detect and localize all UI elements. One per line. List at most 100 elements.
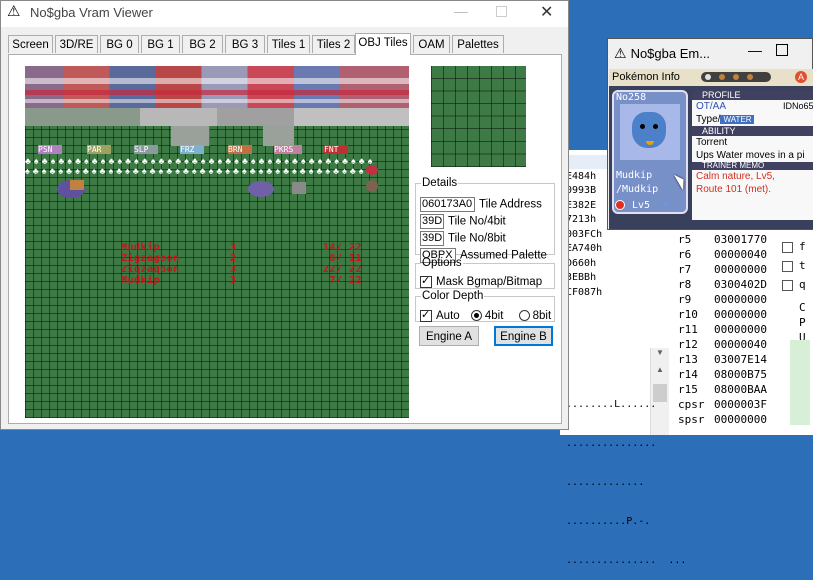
memory-line: ........L...... <box>566 399 657 410</box>
register-row[interactable]: r9 00000000 <box>678 292 767 307</box>
met-line: Route 101 (met). <box>696 184 772 195</box>
tab-palettes[interactable]: Palettes <box>452 35 504 53</box>
sprite-blob <box>366 165 378 175</box>
mask-checkbox-row[interactable]: Mask Bgmap/Bitmap <box>420 274 542 289</box>
party-name: Mudkip <box>121 242 161 253</box>
register-row[interactable]: cpsr 0000003F <box>678 397 767 412</box>
register-scroll-down[interactable]: ▼ <box>650 348 669 366</box>
party-text-hp: 14/ 22 8/ 11 22/ 22 7/ 22 <box>312 242 362 286</box>
tab-bg2[interactable]: BG 2 <box>182 35 223 53</box>
tab-3d-re[interactable]: 3D/RE <box>55 35 98 53</box>
mask-checkbox[interactable] <box>420 274 432 288</box>
ability-name: Torrent <box>696 137 728 148</box>
page-dot-icon <box>705 74 711 80</box>
flag-checkbox[interactable] <box>782 279 793 291</box>
minimize-icon[interactable]: — <box>454 3 468 19</box>
tab-bg1[interactable]: BG 1 <box>141 35 180 53</box>
memory-line: ............... ... <box>566 555 687 566</box>
tile-zoom-preview <box>431 66 526 167</box>
sprite-tiles-stripe <box>25 90 409 95</box>
tile-no4-value: 39D <box>420 214 444 229</box>
cpu-panel <box>790 340 810 425</box>
maximize-icon[interactable] <box>496 6 507 17</box>
status-tag: BRN <box>228 145 252 154</box>
status-tag: FRZ <box>180 145 204 154</box>
tab-tiles2[interactable]: Tiles 2 <box>312 35 355 53</box>
minimize-icon[interactable]: — <box>748 42 762 58</box>
flag-checkbox[interactable] <box>782 241 793 253</box>
emulator-title-bar[interactable]: ⚠ No$gba Em... <box>614 45 710 62</box>
register-row[interactable]: r13 03007E14 <box>678 352 767 367</box>
party-hp: 8/ 11 <box>329 253 362 264</box>
tab-tiles1[interactable]: Tiles 1 <box>267 35 310 53</box>
flag-list: f t q C P U <box>782 240 806 345</box>
close-icon[interactable]: ✕ <box>540 2 553 22</box>
tile-no4-row: 39D Tile No/4bit <box>420 214 506 229</box>
auto-checkbox[interactable] <box>420 308 432 322</box>
auto-checkbox-row[interactable]: Auto <box>420 308 460 322</box>
nocash-logo-icon: ⚠ <box>7 3 21 20</box>
color-depth-row: Auto 4bit 8bit <box>420 308 551 323</box>
card-symbol-row: ♠♣♠♣♠♣♠♣♠♣♠♣♠♣♠♣♠♣♠♣♠♣♠♣♠♣♠♣♠♣♠♣♠♣♠♣♠♣♠♣… <box>25 166 376 176</box>
register-row[interactable]: r7 00000000 <box>678 262 767 277</box>
status-tag-row: PSN PAR SLP FRZ BRN PKRS FNT <box>25 145 409 155</box>
register-row[interactable]: r12 00000040 <box>678 337 767 352</box>
pokedex-number: No258 <box>616 92 647 103</box>
party-text-names: Mudkip Zigzagoon Zigzagoon Mudkip <box>121 242 180 286</box>
register-row[interactable]: r15 08000BAA <box>678 382 767 397</box>
ability-header: ABILITY <box>692 126 813 136</box>
party-level: 3 <box>230 242 237 253</box>
register-row[interactable]: spsr 00000000 <box>678 412 767 427</box>
register-row[interactable]: r14 08000B75 <box>678 367 767 382</box>
radio-4bit-row[interactable]: 4bit <box>470 310 503 322</box>
cpu-label: C P U <box>799 301 806 344</box>
hex-line: EA740h <box>566 243 603 254</box>
register-list: r5 03001770 r6 00000040 r7 00000000 r8 03004… <box>678 232 767 427</box>
sprite-blob <box>70 180 84 190</box>
nickname: /Mudkip <box>616 184 659 195</box>
register-row[interactable]: r11 00000000 <box>678 322 767 337</box>
radio-4bit[interactable] <box>470 310 482 322</box>
register-row[interactable]: r5 03001770 <box>678 232 767 247</box>
radio-8bit-row[interactable]: 8bit <box>518 310 551 322</box>
color-depth-group: Color Depth Auto 4bit 8bit <box>415 290 555 322</box>
register-row[interactable]: r10 00000000 <box>678 307 767 322</box>
tile-no8-row: 39D Tile No/8bit <box>420 231 506 246</box>
tab-obj-tiles[interactable]: OBJ Tiles <box>355 33 411 55</box>
flag-row[interactable]: q <box>782 278 806 300</box>
profile-header: PROFILE <box>692 90 813 100</box>
species-name: Mudkip <box>616 170 653 181</box>
options-legend: Options <box>422 257 462 269</box>
maximize-icon[interactable] <box>776 44 788 56</box>
tab-screen[interactable]: Screen <box>8 35 53 53</box>
radio-8bit[interactable] <box>518 310 530 322</box>
engine-b-button[interactable]: Engine B <box>494 326 553 346</box>
flag-row[interactable]: f <box>782 240 806 259</box>
party-level: 3 <box>230 264 237 275</box>
tab-bg0[interactable]: BG 0 <box>100 35 139 53</box>
tile-address-row: 060173A0 Tile Address <box>420 197 542 212</box>
nocash-logo-icon: ⚠ <box>614 45 627 61</box>
mudkip-eye <box>653 124 658 129</box>
party-text-levels: 3 2 3 3 <box>230 242 237 286</box>
a-button-icon: A <box>795 71 807 83</box>
register-row[interactable]: r6 00000040 <box>678 247 767 262</box>
sprite-tiles-stripe <box>25 99 409 103</box>
level-label: Lv5 <box>632 200 651 211</box>
tab-bg3[interactable]: BG 3 <box>225 35 265 53</box>
hex-line: CF087h <box>566 286 603 298</box>
flag-row[interactable]: t <box>782 259 806 278</box>
pokemon-info-header: Pokémon Info A <box>609 69 813 86</box>
sprite-blob <box>292 182 306 194</box>
options-group: Options Mask Bgmap/Bitmap <box>415 257 555 289</box>
party-level: 2 <box>230 253 237 264</box>
details-group: Details 060173A0 Tile Address 39D Tile No/… <box>415 177 555 263</box>
register-row[interactable]: r8 0300402D <box>678 277 767 292</box>
scroll-down-icon[interactable]: ▼ <box>651 348 669 357</box>
type-line: Type/WATER <box>692 113 813 126</box>
hex-line: D660h <box>566 257 597 269</box>
tab-oam[interactable]: OAM <box>413 35 450 53</box>
flag-checkbox[interactable] <box>782 260 793 272</box>
engine-a-button[interactable]: Engine A <box>419 326 479 346</box>
sprite-blob <box>248 181 274 197</box>
